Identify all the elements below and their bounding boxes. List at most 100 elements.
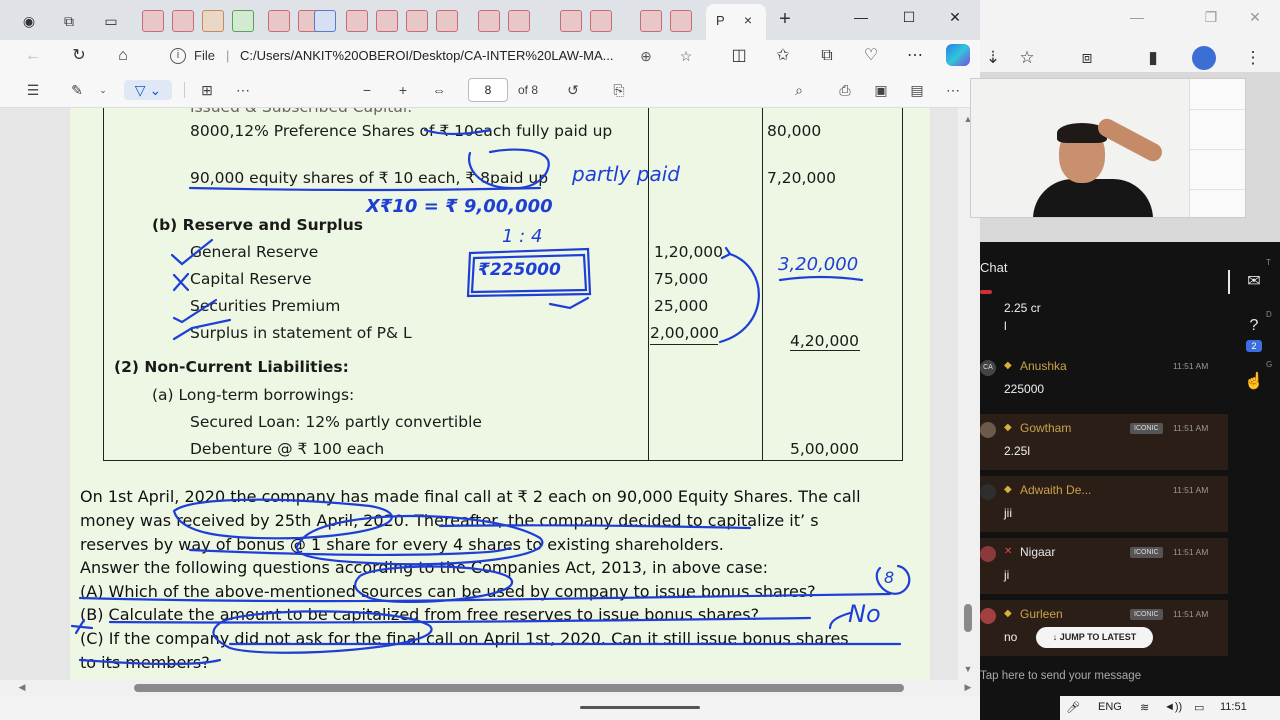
table-border-left <box>103 108 104 460</box>
zoom-icon[interactable]: ⊕ <box>636 47 656 65</box>
save-icon[interactable]: ▣ <box>870 80 892 100</box>
chat-message-input[interactable]: Tap here to send your message <box>980 670 1141 682</box>
side-letter: G <box>1266 360 1273 369</box>
ink-ratio: 1 : 4 <box>502 226 543 247</box>
tab-pdf-8[interactable] <box>346 10 368 32</box>
tab-pdf-13[interactable] <box>508 10 530 32</box>
chat-author[interactable]: Anushka <box>1020 359 1067 373</box>
more-options-icon[interactable]: ⋯ <box>942 80 964 100</box>
split-screen-icon[interactable]: ◫ <box>726 44 752 68</box>
chat-author[interactable]: Gowtham <box>1020 421 1071 435</box>
performance-icon[interactable]: ♡ <box>858 44 884 68</box>
sidebar-icon[interactable]: ▮ <box>1140 46 1166 70</box>
favorite-star-icon[interactable]: ☆ <box>676 47 696 65</box>
doubt-icon[interactable]: ? <box>1242 314 1266 338</box>
jump-to-latest-button[interactable]: ↓ JUMP TO LATEST <box>1036 627 1153 648</box>
profile-icon[interactable]: ◉ <box>18 10 40 32</box>
chat-message-text: 2.25 cr <box>1004 301 1041 315</box>
tab-4[interactable] <box>232 10 254 32</box>
tab-pdf-14[interactable] <box>560 10 582 32</box>
tab-pdf-12[interactable] <box>478 10 500 32</box>
page-view-icon[interactable]: ⎘ <box>608 80 630 100</box>
tab-pdf-16[interactable] <box>640 10 662 32</box>
more-tools-icon[interactable]: ⋯ <box>232 80 254 100</box>
page-number-input[interactable]: 8 <box>468 78 508 102</box>
text-icon[interactable]: ⊞ <box>196 80 218 100</box>
maximize-button[interactable]: ☐ <box>894 6 924 28</box>
tab-7[interactable] <box>314 10 336 32</box>
language-indicator[interactable]: ENG <box>1098 701 1122 713</box>
zoom-out-icon[interactable]: − <box>356 80 378 100</box>
horizontal-scroll-thumb[interactable] <box>134 684 904 692</box>
home-icon[interactable]: ⌂ <box>110 44 136 68</box>
second-minimize-button[interactable]: — <box>1122 6 1152 28</box>
scroll-right-icon[interactable]: ▶ <box>962 682 974 694</box>
battery-icon[interactable]: ▭ <box>1194 701 1204 714</box>
highlight-icon[interactable]: ✎ <box>66 80 88 100</box>
new-tab-button[interactable]: + <box>774 8 796 30</box>
scroll-down-icon[interactable]: ▼ <box>962 664 974 676</box>
chat-author[interactable]: Gurleen <box>1020 607 1063 621</box>
favorites-icon[interactable]: ✩ <box>770 44 796 68</box>
profile-avatar[interactable] <box>1192 46 1216 70</box>
gesture-icon[interactable]: ☝ <box>1242 370 1266 394</box>
url-field[interactable]: i File | C:/Users/ANKIT%20OBEROI/Desktop… <box>160 43 705 69</box>
chevron-down-icon[interactable]: ⌄ <box>92 80 114 100</box>
search-icon[interactable]: ⌕ <box>788 80 810 100</box>
tab-pdf-11[interactable] <box>436 10 458 32</box>
row-label: Secured Loan: 12% partly convertible <box>190 413 482 431</box>
tab-pdf-5[interactable] <box>268 10 290 32</box>
print-icon[interactable]: ⎙ <box>834 80 856 100</box>
avatar <box>980 608 996 624</box>
url-text[interactable]: C:/Users/ANKIT%20OBEROI/Desktop/CA-INTER… <box>240 48 613 63</box>
tab-actions-icon[interactable]: ▭ <box>100 10 122 32</box>
tab-close-icon[interactable]: × <box>738 10 758 30</box>
more-menu-icon[interactable]: ⋯ <box>902 44 928 68</box>
save-as-icon[interactable]: ▤ <box>906 80 928 100</box>
url-scheme-label: File <box>194 48 215 63</box>
minimize-button[interactable]: — <box>846 6 876 28</box>
fit-page-icon[interactable]: ⇔ <box>428 80 450 100</box>
extensions-icon[interactable]: ⧈ <box>1074 46 1100 70</box>
bottom-strip <box>0 696 980 720</box>
avatar <box>980 546 996 562</box>
download-icon[interactable]: ⇣ <box>980 46 1006 70</box>
chat-bubble-icon[interactable]: ✉ <box>1242 270 1266 294</box>
clock[interactable]: 11:51 <box>1220 701 1247 713</box>
rotate-icon[interactable]: ↺ <box>562 80 584 100</box>
contents-icon[interactable]: ☰ <box>22 80 44 100</box>
pdf-viewer[interactable]: Issued & Subscribed Capital: 8000,12% Pr… <box>0 108 980 680</box>
scroll-left-icon[interactable]: ◀ <box>16 682 28 694</box>
info-icon[interactable]: i <box>170 48 186 64</box>
tab-pdf-10[interactable] <box>406 10 428 32</box>
draw-icon[interactable]: ▽ ⌄ <box>124 80 172 100</box>
chat-author[interactable]: Adwaith De... <box>1020 483 1091 497</box>
total-underline <box>790 350 860 351</box>
kebab-menu-icon[interactable]: ⋮ <box>1240 46 1266 70</box>
diamond-icon: ◆ <box>1004 422 1012 433</box>
collections-icon[interactable]: ⧉ <box>814 44 840 68</box>
refresh-icon[interactable]: ↻ <box>66 44 92 68</box>
ink-answer-c: No <box>848 600 881 628</box>
tab-pdf-9[interactable] <box>376 10 398 32</box>
second-maximize-button[interactable]: ❐ <box>1196 6 1226 28</box>
workspaces-icon[interactable]: ⧉ <box>58 10 80 32</box>
vertical-scroll-thumb[interactable] <box>964 604 972 632</box>
microphone-icon[interactable]: 🎤︎ <box>1066 701 1080 714</box>
bookmark-star-icon[interactable]: ☆ <box>1014 46 1040 70</box>
tab-pdf-1[interactable] <box>142 10 164 32</box>
chat-message: ◆ Gowtham ICONIC 11:51 AM 2.25l <box>980 414 1228 470</box>
tab-3[interactable] <box>202 10 224 32</box>
volume-icon[interactable]: ◄)) <box>1164 701 1182 713</box>
back-icon[interactable]: ← <box>20 44 46 68</box>
tab-pdf-17[interactable] <box>670 10 692 32</box>
close-button[interactable]: ✕ <box>940 6 970 28</box>
horizontal-scrollbar[interactable]: ◀ ▶ <box>0 680 980 696</box>
zoom-in-icon[interactable]: + <box>392 80 414 100</box>
tab-pdf-2[interactable] <box>172 10 194 32</box>
tab-pdf-15[interactable] <box>590 10 612 32</box>
second-close-button[interactable]: ✕ <box>1240 6 1270 28</box>
copilot-icon[interactable] <box>946 44 970 66</box>
chat-author[interactable]: Nigaar <box>1020 545 1055 559</box>
wifi-icon[interactable]: ≋ <box>1140 701 1149 714</box>
